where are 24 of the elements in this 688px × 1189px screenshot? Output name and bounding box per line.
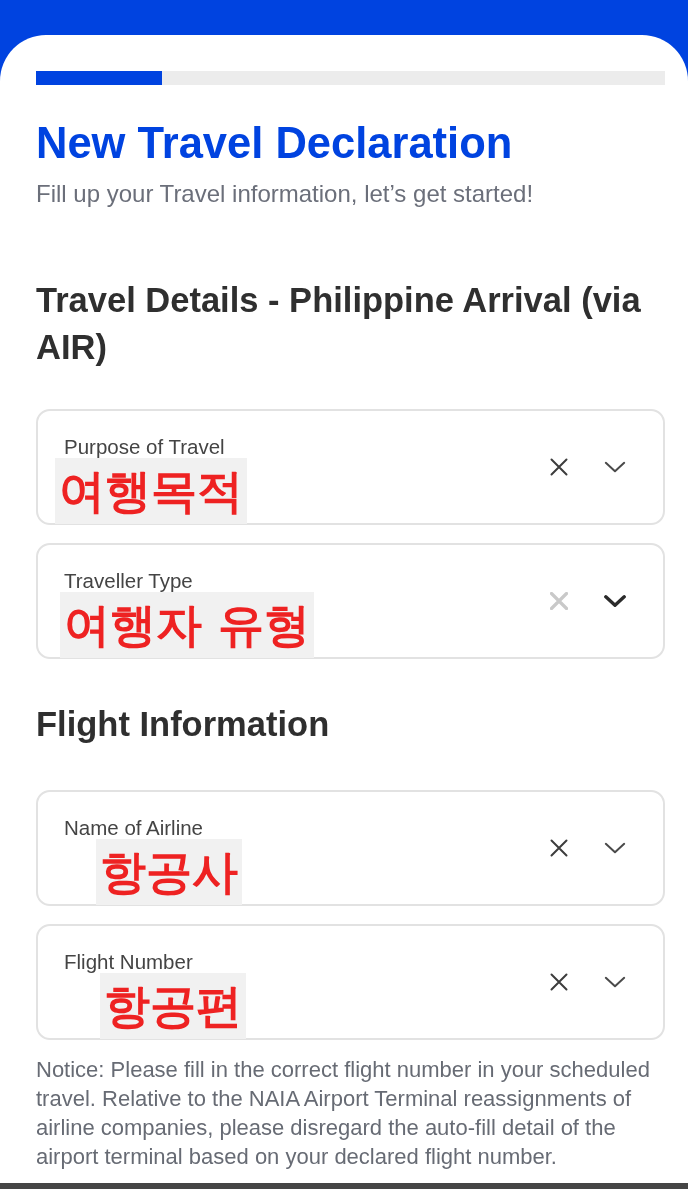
chevron-down-icon[interactable] xyxy=(604,976,626,988)
clear-icon[interactable] xyxy=(550,839,568,857)
annotation-text: 여행목적 xyxy=(55,458,247,524)
section-heading: Flight Information xyxy=(36,704,331,745)
select-field[interactable]: Traveller Type 여행자 유형 xyxy=(36,543,665,659)
field-label: Name of Airline xyxy=(64,816,203,839)
section-heading: Travel Details - Philippine Arrival (via AIR) xyxy=(36,280,642,368)
annotation-text: 항공편 xyxy=(100,973,246,1039)
field-label: Traveller Type xyxy=(64,569,193,592)
annotation-text: 항공사 xyxy=(96,839,242,905)
select-field[interactable]: Flight Number 항공편 xyxy=(36,924,665,1040)
field-label: Purpose of Travel xyxy=(64,435,225,458)
notice-text: Notice: Please fill in the correct flight number in your scheduled travel. Relative to the NAIA Airport Terminal reassignments of airline companies, please disregard the auto-fill detail of the airport terminal based on your declared flight number. xyxy=(36,1056,651,1171)
select-field[interactable]: Purpose of Travel 여행목적 xyxy=(36,409,665,525)
chevron-down-icon[interactable] xyxy=(604,595,626,607)
clear-icon[interactable] xyxy=(550,973,568,991)
select-field[interactable]: Name of Airline 항공사 xyxy=(36,790,665,906)
chevron-down-icon[interactable] xyxy=(604,842,626,854)
page-subtitle: Fill up your Travel information, let’s get started! xyxy=(36,180,534,208)
annotation-text: 여행자 유형 xyxy=(60,592,314,658)
chevron-down-icon[interactable] xyxy=(604,461,626,473)
clear-icon[interactable] xyxy=(550,458,568,476)
page-title: New Travel Declaration xyxy=(36,118,513,168)
field-label: Flight Number xyxy=(64,950,193,973)
